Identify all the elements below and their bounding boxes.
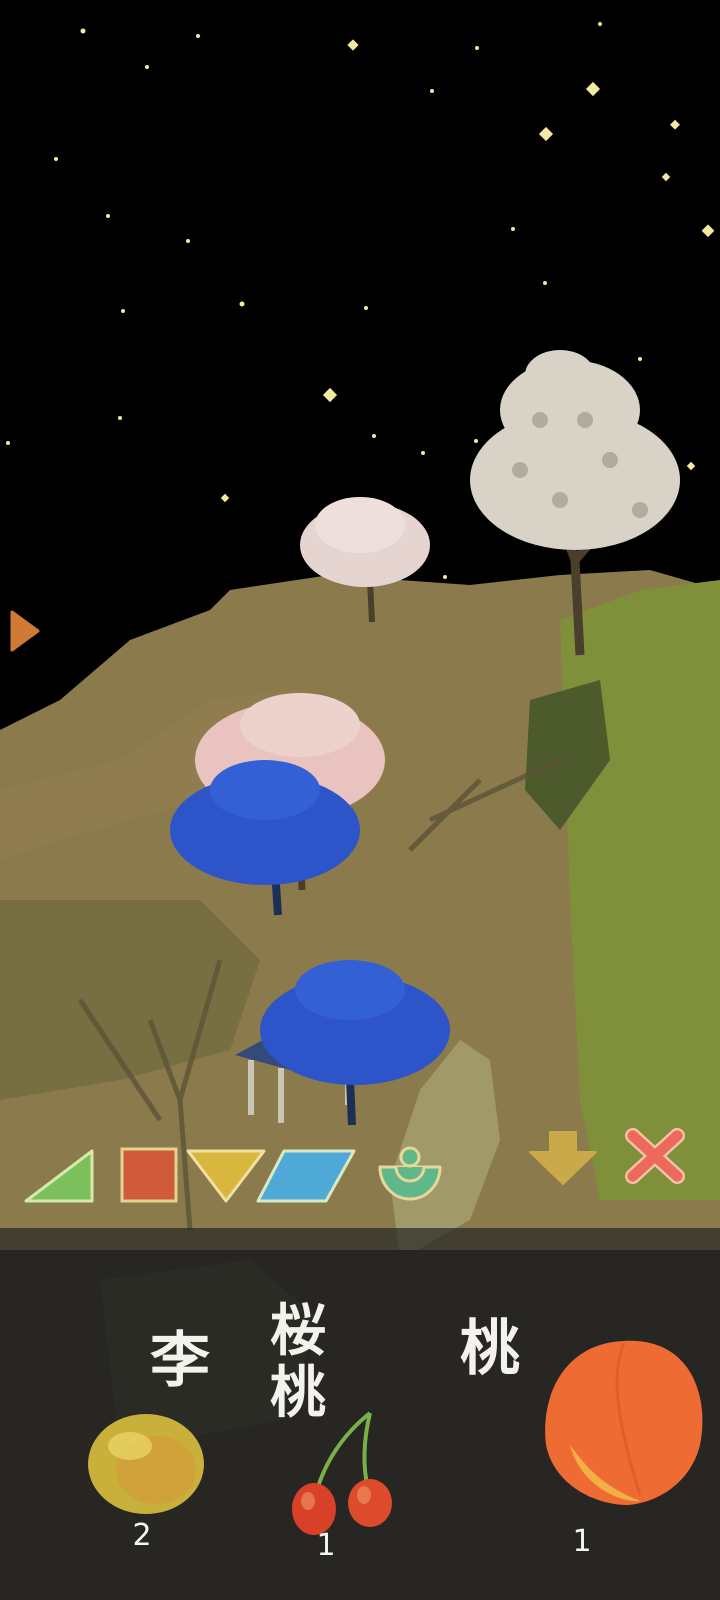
cherry-icon xyxy=(292,1411,392,1535)
fruit-name-peach: 桃 xyxy=(460,1314,520,1384)
peach-item[interactable] xyxy=(540,1335,708,1510)
fruit-count-peach: 1 xyxy=(572,1524,592,1559)
side-arrow-icon[interactable] xyxy=(8,608,42,654)
square-tool-button[interactable] xyxy=(118,1145,180,1205)
cherry-item[interactable] xyxy=(290,1405,400,1535)
red-square-icon xyxy=(120,1147,178,1203)
down-arrow-button[interactable] xyxy=(526,1128,600,1188)
plum-item[interactable] xyxy=(86,1408,206,1516)
fruit-count-plum: 2 xyxy=(132,1518,152,1553)
game-stage: 李 2 桜桃 1 桃 1 xyxy=(0,0,720,1600)
blue-parallelogram-icon xyxy=(256,1149,356,1203)
parallelogram-tool-button[interactable] xyxy=(254,1145,358,1205)
close-x-icon xyxy=(625,1127,686,1185)
seed-tool-button[interactable] xyxy=(376,1145,444,1205)
fruit-name-plum: 李 xyxy=(150,1326,210,1396)
fruit-count-cherry: 1 xyxy=(316,1528,336,1563)
close-button[interactable] xyxy=(622,1126,688,1186)
down-arrow-icon xyxy=(529,1131,597,1185)
green-seed-icon xyxy=(378,1146,442,1201)
triangle-tool-button[interactable] xyxy=(22,1145,96,1205)
peach-icon xyxy=(545,1340,703,1505)
plum-icon xyxy=(88,1414,204,1514)
green-triangle-icon xyxy=(24,1149,94,1203)
